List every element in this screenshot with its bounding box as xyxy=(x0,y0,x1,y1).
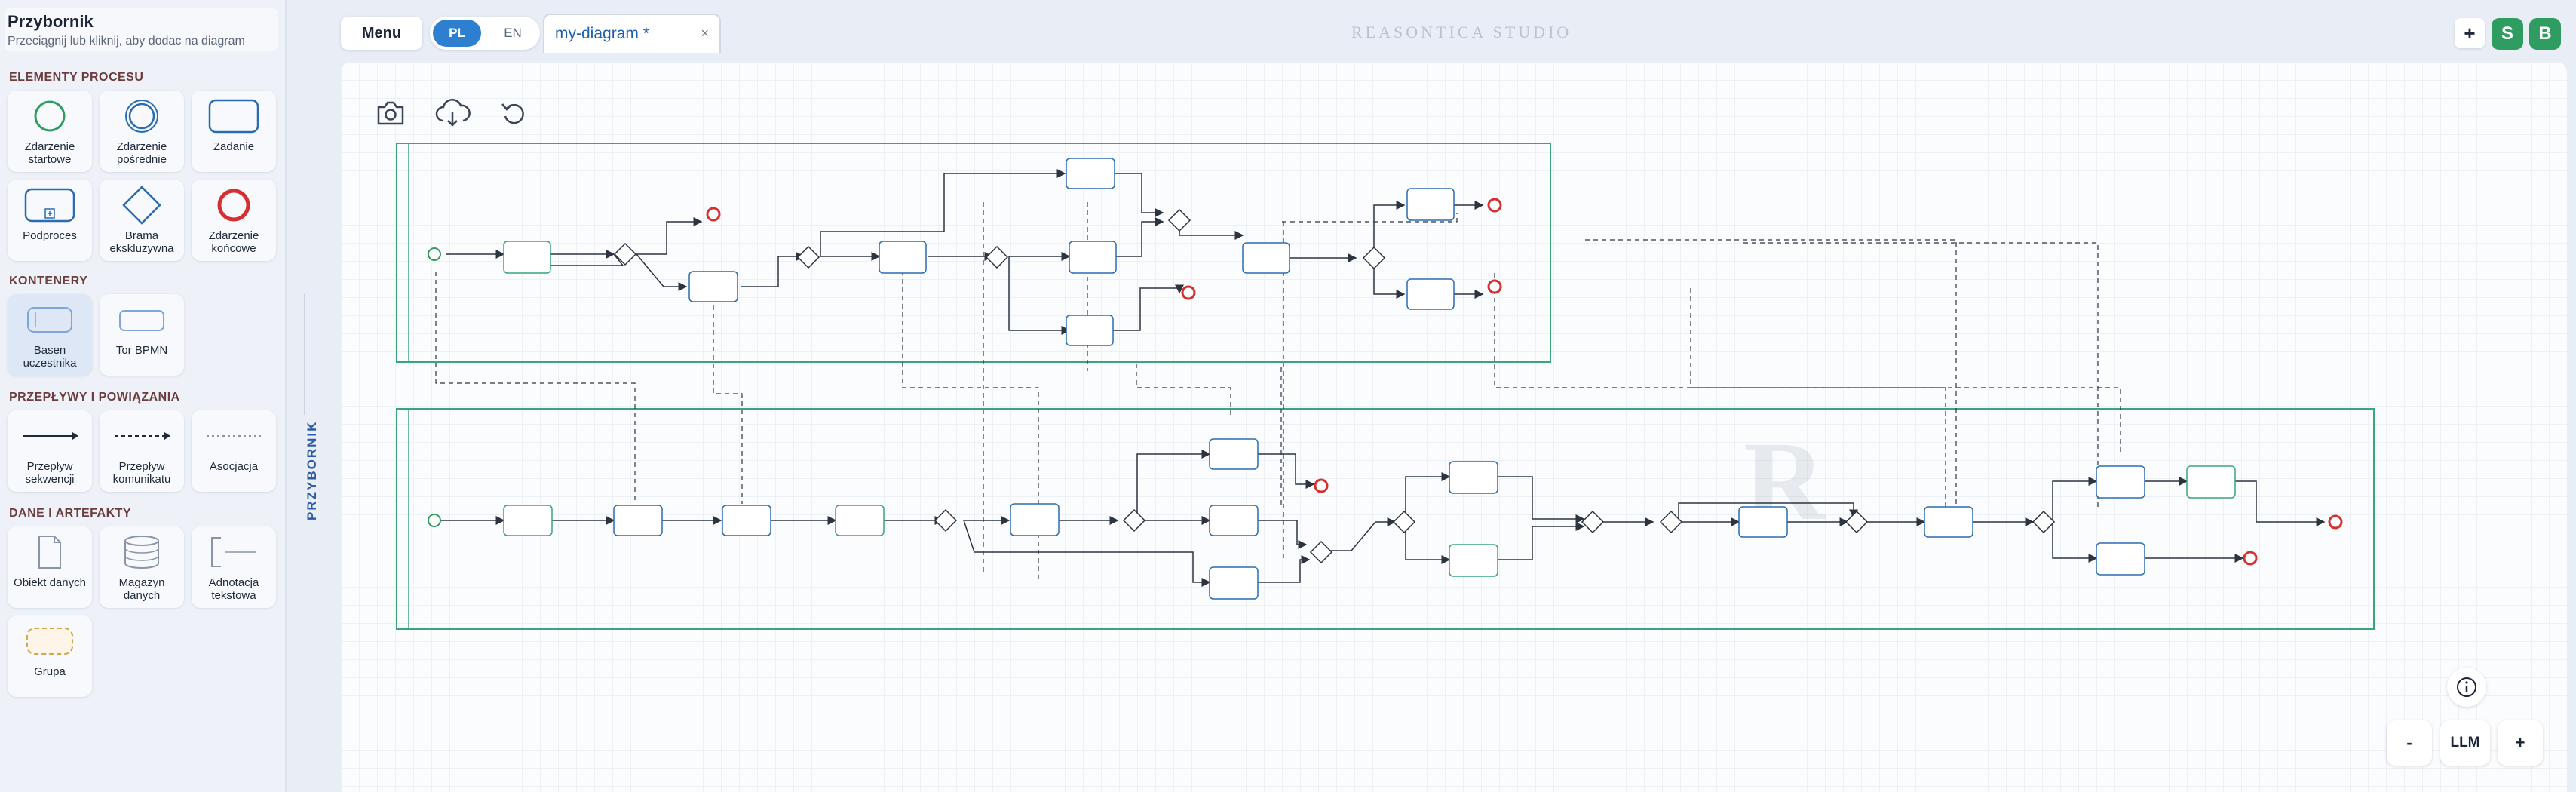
tool-message-flow[interactable]: Przepływ komunikatu xyxy=(100,410,184,492)
toolbox-header: Przybornik Przeciągnij lub kliknij, aby … xyxy=(5,8,278,51)
tool-start-event[interactable]: Zdarzenie startowe xyxy=(8,91,92,172)
data-object-icon xyxy=(38,536,61,569)
toolbox-sidebar: Przybornik Przeciągnij lub kliknij, aby … xyxy=(0,0,287,792)
brand-wordmark: REASONTICA STUDIO xyxy=(1351,23,1572,41)
sequence-flows-upper xyxy=(446,169,1484,335)
text-annotation-icon xyxy=(211,537,256,567)
section-process-elements: ELEMENTY PROCESU xyxy=(9,71,144,84)
exclusive-gateway-icon xyxy=(122,186,161,225)
events-upper[interactable] xyxy=(428,198,1502,300)
avatar-b[interactable]: B xyxy=(2529,18,2561,50)
end-event-icon xyxy=(217,189,250,222)
subprocess-icon xyxy=(24,188,75,223)
toolbox-toggle-line xyxy=(304,294,305,415)
avatar-s[interactable]: S xyxy=(2492,18,2523,50)
lang-en-button[interactable]: EN xyxy=(489,20,537,47)
toolbox-vertical-tab[interactable]: PRZYBORNIK xyxy=(305,421,320,520)
diagram-tab[interactable]: my-diagram * × xyxy=(543,14,721,53)
section-data-artifacts: DANE I ARTEFAKTY xyxy=(9,507,132,520)
tool-sequence-flow[interactable]: Przepływ sekwencji xyxy=(8,410,92,492)
tool-association[interactable]: Asocjacja xyxy=(192,410,276,492)
group-icon xyxy=(26,628,73,655)
pool-icon xyxy=(27,307,72,333)
intermediate-event-icon xyxy=(125,100,158,133)
tool-subprocess[interactable]: Podproces xyxy=(8,180,92,261)
data-store-icon xyxy=(124,536,159,569)
section-flows: PRZEPŁYWY I POWIĄZANIA xyxy=(9,391,180,404)
tool-end-event[interactable]: Zdarzenie końcowe xyxy=(192,180,276,261)
zoom-in-button[interactable]: + xyxy=(2498,720,2543,766)
lang-pl-button[interactable]: PL xyxy=(433,20,481,47)
tool-intermediate-event[interactable]: Zdarzenie pośrednie xyxy=(100,91,184,172)
tool-group[interactable]: Grupa xyxy=(8,615,92,697)
task-icon xyxy=(208,99,259,134)
menu-button[interactable]: Menu xyxy=(341,17,422,50)
section-containers: KONTENERY xyxy=(9,275,88,287)
toolbox-title: Przybornik xyxy=(8,12,94,31)
tool-exclusive-gateway[interactable]: Brama ekskluzywna xyxy=(100,180,184,261)
language-switch: PL EN xyxy=(430,17,540,50)
tool-pool[interactable]: Basen uczestnika xyxy=(8,294,92,376)
association-icon xyxy=(207,435,261,437)
pool-lower[interactable] xyxy=(396,408,2375,630)
tool-task[interactable]: Zadanie xyxy=(192,91,276,172)
close-icon[interactable]: × xyxy=(701,26,709,41)
tasks-upper[interactable] xyxy=(503,158,1455,346)
diagram-canvas[interactable]: R xyxy=(341,62,2567,792)
info-icon xyxy=(2457,677,2476,697)
tool-lane[interactable]: Tor BPMN xyxy=(100,294,184,376)
tool-data-object[interactable]: Obiekt danych xyxy=(8,526,92,608)
tool-data-store[interactable]: Magazyn danych xyxy=(100,526,184,608)
info-button[interactable] xyxy=(2447,668,2486,707)
sequence-flow-icon xyxy=(23,432,78,440)
diagram-tab-label: my-diagram * xyxy=(555,25,649,42)
lane-icon xyxy=(119,310,164,331)
llm-button[interactable]: LLM xyxy=(2440,720,2490,766)
zoom-out-button[interactable]: - xyxy=(2387,720,2432,766)
tasks-lower[interactable] xyxy=(503,438,2236,600)
add-button[interactable]: + xyxy=(2455,18,2485,48)
toolbox-subtitle: Przeciągnij lub kliknij, aby dodac na di… xyxy=(8,35,245,48)
start-event-icon xyxy=(34,100,66,132)
bpmn-diagram[interactable] xyxy=(341,62,2567,741)
tool-text-annotation[interactable]: Adnotacja tekstowa xyxy=(192,526,276,608)
message-flow-icon xyxy=(115,432,170,440)
